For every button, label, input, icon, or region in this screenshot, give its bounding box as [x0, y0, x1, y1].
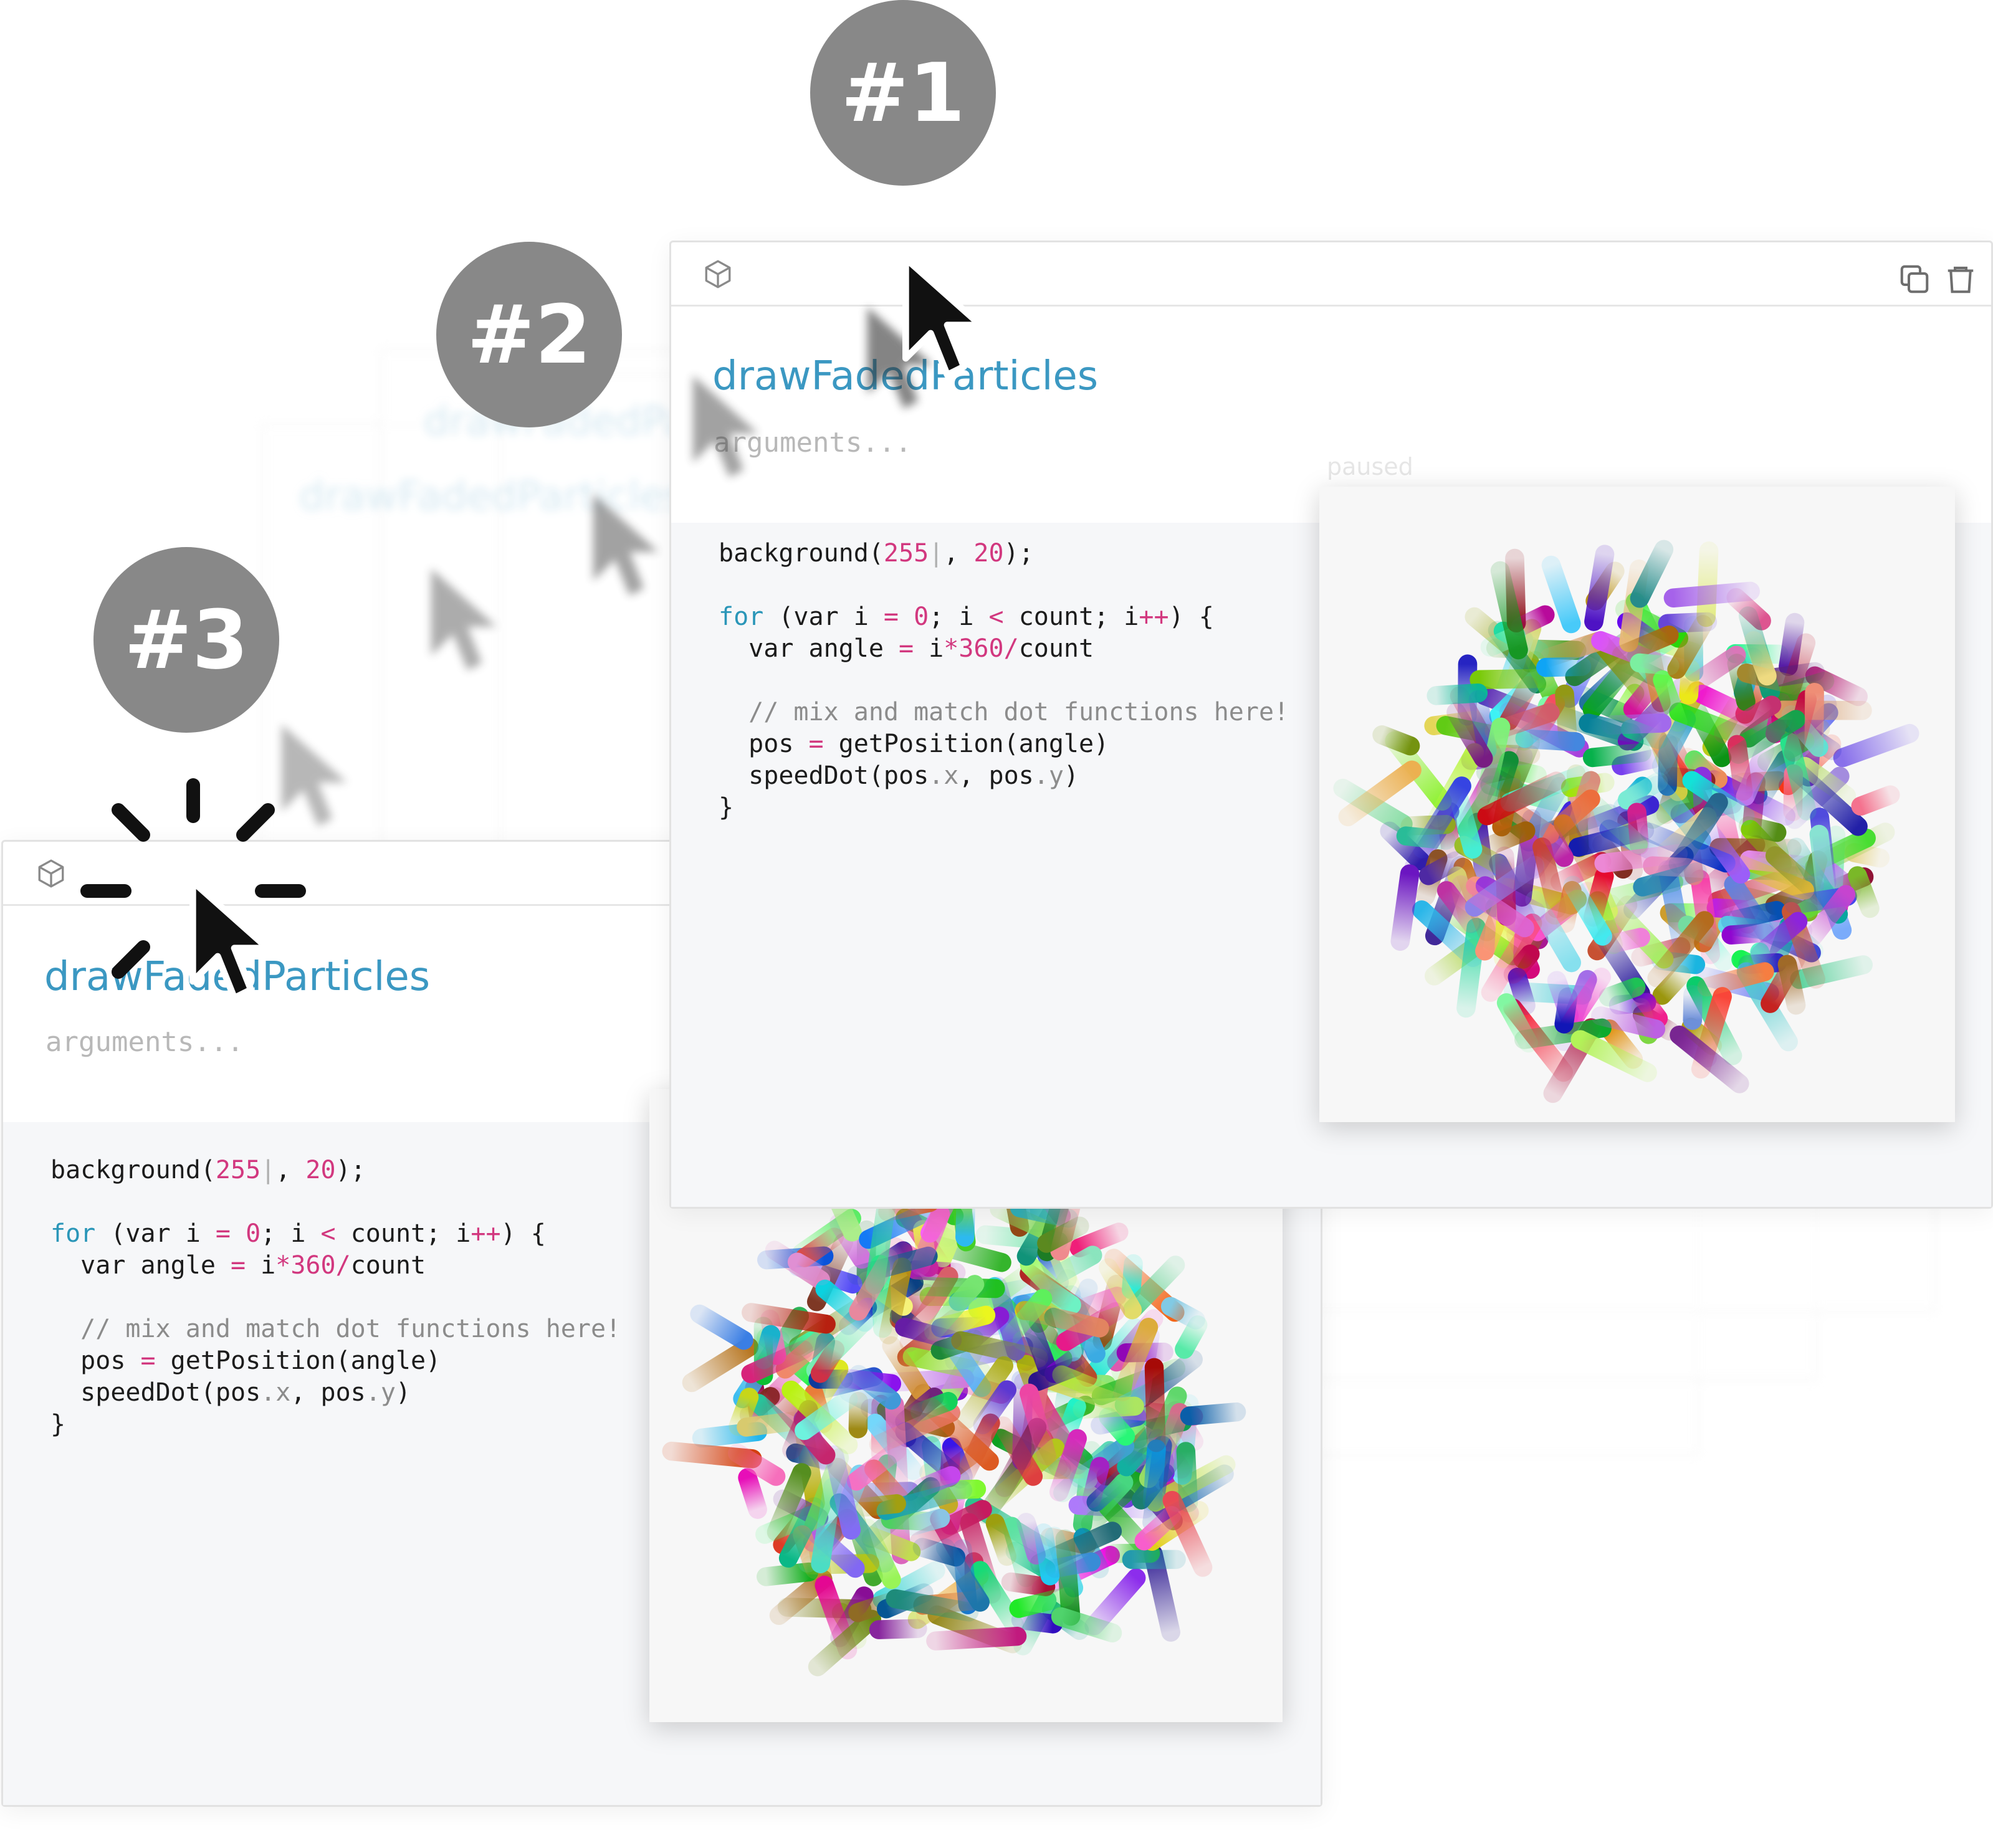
card-header	[671, 242, 1991, 307]
particle-stroke	[1663, 581, 1760, 608]
particle-stroke	[1584, 545, 1615, 631]
particle-stroke	[848, 1391, 868, 1439]
particle-stroke	[1010, 1198, 1078, 1228]
particle-stroke	[1504, 728, 1585, 751]
particle-stroke	[1605, 928, 1650, 953]
particle-stroke	[1579, 713, 1641, 743]
particle-stroke	[742, 1303, 836, 1334]
particle-stroke	[756, 1562, 819, 1586]
particle-stroke	[1390, 864, 1420, 951]
cursor-trail-icon	[692, 375, 758, 477]
particles-canvas-front[interactable]	[1319, 487, 1955, 1122]
particle-stroke	[1511, 605, 1555, 637]
cursor-trail-icon	[593, 493, 659, 596]
particle-stroke	[926, 1626, 1027, 1650]
cursor-trail-icon	[431, 568, 497, 670]
particle-stroke	[1851, 785, 1900, 816]
step-badge-1: #1	[810, 0, 996, 186]
particle-stroke	[1396, 826, 1456, 850]
cursor-arrow-icon	[189, 878, 271, 1001]
particle-stroke	[1632, 986, 1668, 1028]
particle-stroke	[855, 1494, 906, 1517]
particle-stroke	[1744, 631, 1777, 686]
particles-drawing	[1333, 540, 1919, 1103]
particle-stroke	[1833, 723, 1919, 768]
particle-stroke	[1180, 1402, 1246, 1426]
particle-stroke	[1536, 657, 1592, 677]
particle-stroke	[1627, 803, 1649, 855]
particle-stroke	[1099, 1407, 1135, 1446]
particle-stroke	[1738, 816, 1787, 842]
particle-stroke	[1554, 987, 1578, 1034]
particle-stroke	[1009, 1587, 1076, 1618]
particle-stroke	[1630, 540, 1674, 608]
particle-stroke	[1721, 901, 1787, 931]
particle-stroke	[811, 1477, 843, 1574]
cube-icon[interactable]	[702, 259, 734, 290]
cursor-arrow-icon	[902, 255, 984, 379]
particle-stroke	[1418, 851, 1465, 885]
particle-stroke	[1594, 844, 1688, 873]
particle-stroke	[690, 1304, 753, 1350]
particle-stroke	[1599, 977, 1646, 1007]
particle-stroke	[1503, 944, 1540, 984]
particle-stroke	[1372, 725, 1420, 756]
particle-stroke	[1591, 1006, 1666, 1039]
particle-stroke	[1084, 1568, 1146, 1636]
particle-stroke	[1016, 1513, 1046, 1565]
particle-stroke	[1582, 743, 1651, 768]
particle-stroke	[1630, 653, 1680, 675]
particle-stroke	[1122, 1254, 1143, 1300]
cube-icon[interactable]	[36, 858, 67, 889]
particle-stroke	[738, 1468, 767, 1519]
trash-icon[interactable]	[1944, 262, 1977, 296]
step-badge-3: #3	[93, 547, 279, 733]
particle-stroke	[1804, 682, 1824, 758]
particle-stroke	[1679, 659, 1700, 705]
particle-stroke	[1848, 866, 1880, 918]
particle-stroke	[985, 1513, 1016, 1566]
particle-stroke	[1142, 1439, 1166, 1512]
particle-stroke	[1721, 923, 1774, 945]
particle-stroke	[886, 1589, 979, 1622]
particle-stroke	[810, 1340, 845, 1383]
step-badge-2: #2	[436, 242, 622, 427]
particle-stroke	[787, 1252, 831, 1286]
status-label: paused	[1327, 453, 1413, 480]
particle-stroke	[1777, 955, 1806, 1015]
code-text[interactable]: background(255|, 20); for (var i = 0; i …	[719, 538, 1289, 824]
particle-stroke	[869, 1619, 927, 1639]
particle-stroke	[1082, 1457, 1110, 1508]
particle-stroke	[1160, 1403, 1190, 1452]
particle-stroke	[1001, 1572, 1056, 1596]
code-text[interactable]: background(255|, 20); for (var i = 0; i …	[50, 1155, 621, 1441]
duplicate-icon[interactable]	[1898, 262, 1931, 296]
particle-stroke	[754, 1325, 781, 1369]
particle-stroke	[1045, 1552, 1101, 1578]
particle-stroke	[1176, 1442, 1198, 1513]
particle-stroke	[1160, 1297, 1205, 1330]
particle-stroke	[1696, 541, 1719, 627]
particle-stroke	[903, 1508, 950, 1536]
particle-stroke	[1011, 1610, 1063, 1634]
particle-stroke	[1144, 1358, 1166, 1452]
arguments-input[interactable]: arguments...	[45, 1026, 244, 1058]
particle-stroke	[1069, 1222, 1129, 1258]
particle-stroke	[682, 1337, 759, 1393]
particle-stroke	[1470, 669, 1555, 690]
